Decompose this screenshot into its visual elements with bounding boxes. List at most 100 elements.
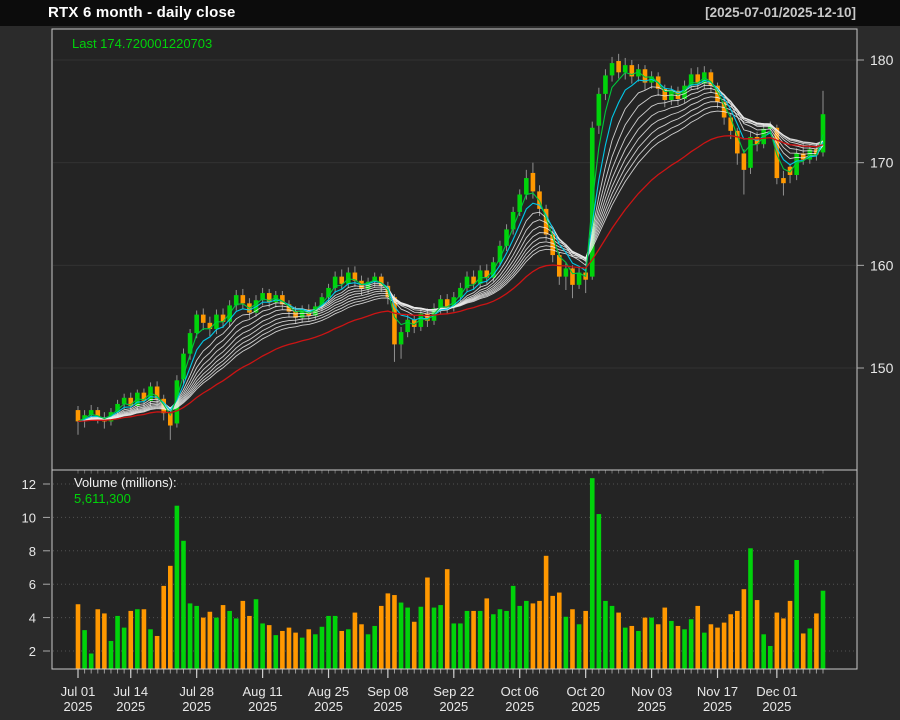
volume-bar-down — [102, 613, 107, 668]
volume-bar-up — [498, 609, 503, 668]
candle-up — [623, 65, 628, 72]
x-tick-year: 2025 — [248, 699, 277, 714]
volume-bar-up — [491, 614, 496, 668]
volume-bar-down — [161, 586, 166, 669]
volume-bar-up — [300, 638, 305, 669]
volume-bar-down — [425, 578, 430, 669]
candle-up — [517, 194, 522, 211]
volume-bar-down — [168, 566, 173, 669]
volume-bar-up — [603, 601, 608, 669]
volume-bar-up — [326, 616, 331, 669]
volume-bar-up — [808, 628, 813, 668]
volume-bar-up — [181, 541, 186, 669]
volume-bar-up — [649, 618, 654, 669]
volume-bar-down — [715, 628, 720, 669]
volume-bar-up — [188, 603, 193, 668]
x-tick-year: 2025 — [182, 699, 211, 714]
volume-bar-down — [557, 593, 562, 669]
volume-bar-up — [465, 611, 470, 669]
volume-bar-up — [590, 478, 595, 668]
volume-bar-down — [722, 623, 727, 669]
candle-up — [603, 75, 608, 93]
price-tick-label: 160 — [870, 257, 894, 273]
volume-bar-up — [260, 623, 265, 668]
x-tick-label: Nov 03 — [631, 684, 672, 699]
candle-up — [122, 398, 127, 404]
x-tick-year: 2025 — [505, 699, 534, 714]
candle-down — [616, 61, 621, 72]
volume-tick-label: 10 — [22, 510, 36, 525]
volume-bar-down — [484, 598, 489, 668]
volume-bar-up — [82, 630, 87, 668]
candle-down — [781, 178, 786, 183]
volume-bar-up — [623, 628, 628, 669]
volume-bar-down — [221, 605, 226, 668]
volume-bar-down — [353, 613, 358, 669]
volume-bar-up — [524, 601, 529, 669]
volume-bar-down — [95, 609, 100, 668]
volume-bar-up — [372, 626, 377, 669]
candle-down — [221, 315, 226, 322]
volume-bar-down — [241, 601, 246, 669]
candle-up — [564, 268, 569, 276]
volume-bar-up — [175, 506, 180, 669]
volume-bar-down — [531, 603, 536, 668]
x-tick-label: Aug 25 — [308, 684, 349, 699]
candle-down — [392, 297, 397, 344]
volume-bar-down — [208, 612, 213, 669]
volume-bar-up — [452, 623, 457, 668]
volume-bar-down — [201, 618, 206, 669]
price-tick-label: 150 — [870, 360, 894, 376]
volume-bar-down — [128, 611, 133, 669]
x-tick-year: 2025 — [703, 699, 732, 714]
chart-window: RTX 6 month - daily close [2025-07-01/20… — [0, 0, 900, 720]
volume-bar-up — [214, 618, 219, 669]
volume-bar-down — [755, 600, 760, 668]
price-tick-label: 170 — [870, 155, 894, 171]
candle-down — [201, 315, 206, 323]
x-tick-label: Oct 06 — [501, 684, 539, 699]
volume-bar-up — [313, 634, 318, 668]
volume-bar-up — [636, 631, 641, 669]
volume-bar-up — [227, 611, 232, 669]
volume-bar-down — [662, 608, 667, 669]
candle-down — [742, 153, 747, 169]
volume-bar-up — [109, 641, 114, 669]
volume-bar-up — [669, 621, 674, 669]
volume-bar-down — [775, 613, 780, 669]
x-tick-label: Oct 20 — [567, 684, 605, 699]
x-tick-label: Sep 22 — [433, 684, 474, 699]
volume-bar-down — [306, 629, 311, 668]
volume-bar-down — [445, 569, 450, 668]
candle-up — [346, 273, 351, 284]
volume-bar-up — [333, 616, 338, 669]
volume-bar-up — [610, 606, 615, 669]
volume-tick-label: 6 — [29, 577, 36, 592]
volume-bar-up — [366, 634, 371, 668]
volume-bar-up — [511, 586, 516, 669]
volume-bar-up — [115, 616, 120, 669]
volume-bar-up — [419, 607, 424, 669]
x-tick-year: 2025 — [439, 699, 468, 714]
volume-bar-up — [438, 605, 443, 668]
volume-bar-down — [742, 589, 747, 668]
volume-bar-down — [801, 633, 806, 668]
x-tick-year: 2025 — [762, 699, 791, 714]
volume-bar-up — [405, 608, 410, 669]
volume-bar-down — [155, 636, 160, 669]
volume-bar-up — [478, 611, 483, 669]
candle-up — [748, 137, 753, 168]
volume-bar-up — [821, 591, 826, 669]
x-tick-label: Dec 01 — [756, 684, 797, 699]
volume-bar-down — [570, 609, 575, 668]
volume-bar-up — [748, 548, 753, 668]
volume-bar-down — [550, 596, 555, 669]
volume-bar-up — [689, 619, 694, 668]
last-price-legend: Last 174.720001220703 — [72, 36, 212, 51]
volume-bar-up — [122, 628, 127, 669]
volume-tick-label: 8 — [29, 544, 36, 559]
volume-bar-down — [267, 625, 272, 668]
volume-bar-up — [702, 633, 707, 669]
candle-up — [524, 178, 529, 194]
x-tick-label: Nov 17 — [697, 684, 738, 699]
